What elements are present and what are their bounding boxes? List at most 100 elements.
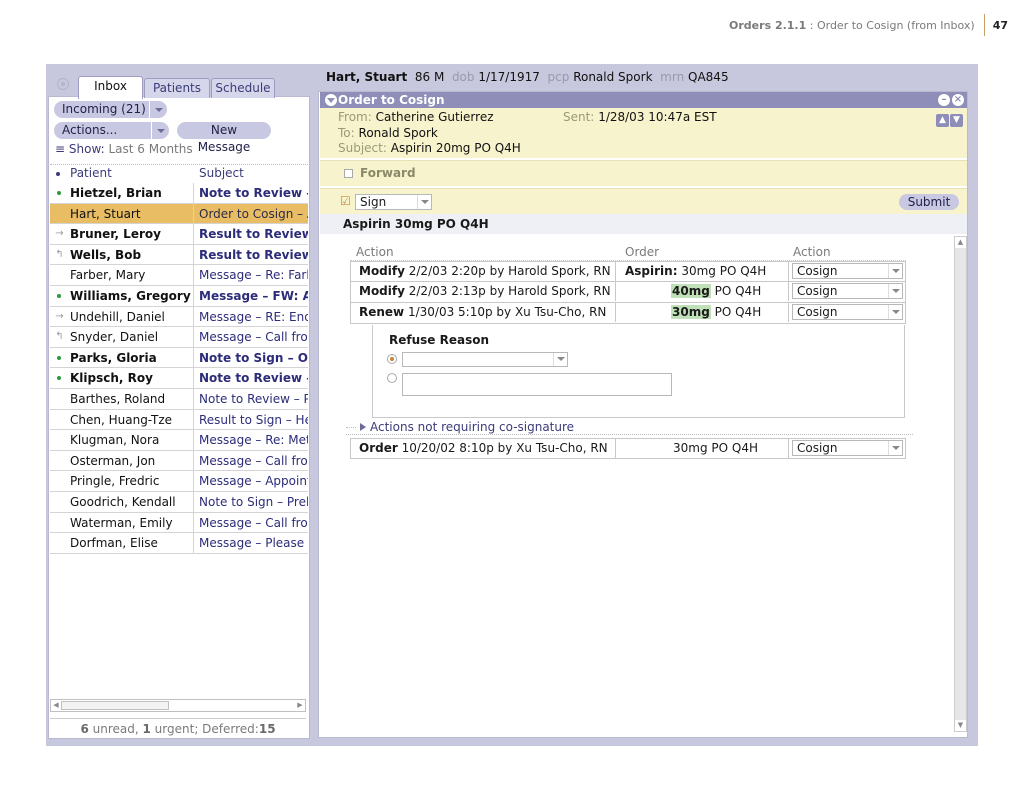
refuse-reason-label: Refuse Reason xyxy=(389,333,490,347)
tab-schedule[interactable]: Schedule xyxy=(211,78,275,98)
submit-button[interactable]: Submit xyxy=(899,194,959,210)
subject-value: Aspirin 20mg PO Q4H xyxy=(390,141,521,155)
order-detail: 40mg PO Q4H xyxy=(617,282,789,301)
list-header: Patient Subject xyxy=(50,164,308,182)
actions-not-requiring-expander[interactable]: Actions not requiring co-signature xyxy=(346,419,913,435)
forward-icon: → xyxy=(55,228,64,240)
row-subject: Note to Sign – Preli xyxy=(199,494,308,509)
table-row[interactable]: ↰ Wells, Bob Result to Review – xyxy=(50,244,308,266)
order-detail: Aspirin: 30mg PO Q4H xyxy=(617,262,789,281)
refuse-radio-text[interactable] xyxy=(387,373,397,383)
expander-label: Actions not requiring co-signature xyxy=(370,420,575,434)
table-row[interactable]: Waterman, Emily Message – Call fron xyxy=(50,512,308,534)
refuse-reason-select[interactable] xyxy=(402,352,568,367)
scroll-up-icon[interactable]: ▲ xyxy=(955,237,966,248)
reply-icon: ↰ xyxy=(55,248,64,260)
row-patient: Farber, Mary xyxy=(70,265,194,285)
row-patient: Goodrich, Kendall xyxy=(70,491,194,512)
horizontal-scrollbar[interactable]: ◀ ▶ xyxy=(50,699,306,712)
table-row[interactable]: Klugman, Nora Message – Re: Met xyxy=(50,430,308,451)
unread-dot-icon xyxy=(50,368,69,388)
row-patient: Waterman, Emily xyxy=(70,512,194,533)
forward-bar: Forward xyxy=(320,160,967,186)
table-row[interactable]: Osterman, Jon Message – Call fron xyxy=(50,450,308,472)
row-patient: Parks, Gloria xyxy=(70,347,194,368)
actions-dropdown[interactable]: Actions... xyxy=(54,122,169,139)
table-row[interactable]: Parks, Gloria Note to Sign – OP N xyxy=(50,347,308,369)
table-row[interactable]: Hart, Stuart Order to Cosign – A xyxy=(50,203,308,225)
row-patient: Barthes, Roland xyxy=(70,388,194,409)
tab-strip: Inbox Patients Schedule xyxy=(48,74,310,99)
order-row: Modify 2/2/03 2:13p by Harold Spork, RN 4… xyxy=(350,282,906,303)
order-action-text: Modify 2/2/03 2:20p by Harold Spork, RN xyxy=(359,262,616,281)
sign-select[interactable]: Sign xyxy=(355,194,432,210)
cosign-select[interactable]: Cosign xyxy=(792,263,903,279)
cosign-select[interactable]: Cosign xyxy=(792,283,903,299)
empty-indicator xyxy=(50,492,69,512)
tab-patients[interactable]: Patients xyxy=(144,78,210,98)
unread-dot-icon xyxy=(50,286,69,306)
column-header-patient[interactable]: Patient xyxy=(70,166,112,180)
forward-checkbox[interactable] xyxy=(344,169,353,178)
refuse-radio-select[interactable] xyxy=(387,354,397,364)
order-row: Modify 2/2/03 2:20p by Harold Spork, RN A… xyxy=(350,261,906,282)
scroll-down-icon[interactable]: ▼ xyxy=(955,720,966,731)
orders-header: Action Order Action xyxy=(350,244,906,261)
show-filter[interactable]: ≡ Show: Last 6 Months xyxy=(55,142,193,156)
actions-label: Actions... xyxy=(62,123,118,137)
table-row[interactable]: Pringle, Fredric Message – Appoint xyxy=(50,471,308,492)
table-row[interactable]: Chen, Huang-Tze Result to Sign – Her xyxy=(50,409,308,431)
row-subject: Message – Call fron xyxy=(199,330,308,345)
table-row[interactable]: Williams, Gregory Message – FW: Abr xyxy=(50,285,308,307)
cosign-select[interactable]: Cosign xyxy=(792,440,903,456)
table-row[interactable]: Barthes, Roland Note to Review – Pr xyxy=(50,388,308,410)
panel-title: Order to Cosign xyxy=(338,93,445,107)
table-row[interactable]: Dorfman, Elise Message – Please r xyxy=(50,533,308,554)
incoming-dropdown[interactable]: Incoming (21) xyxy=(54,101,167,118)
empty-indicator xyxy=(50,410,69,430)
refuse-reason-box: Refuse Reason xyxy=(372,325,905,418)
chevron-down-icon xyxy=(888,305,902,319)
scroll-right-icon[interactable]: ▶ xyxy=(295,700,305,711)
table-row[interactable]: → Undehill, Daniel Message – RE: End xyxy=(50,306,308,328)
row-subject: Result to Sign – Her xyxy=(199,412,308,427)
row-patient: Williams, Gregory xyxy=(70,285,194,306)
forward-icon: → xyxy=(55,310,64,322)
minimize-icon[interactable]: – xyxy=(938,94,950,106)
scroll-left-icon[interactable]: ◀ xyxy=(51,700,61,711)
vertical-scrollbar[interactable]: ▲ ▼ xyxy=(954,236,967,732)
table-row[interactable]: ↰ Snyder, Daniel Message – Call fron xyxy=(50,327,308,348)
table-row[interactable]: Goodrich, Kendall Note to Sign – Preli xyxy=(50,491,308,513)
patient-age-sex: 86 M xyxy=(414,70,445,84)
close-icon[interactable]: × xyxy=(952,94,964,106)
cosign-select[interactable]: Cosign xyxy=(792,304,903,320)
expander-line xyxy=(346,427,356,428)
order-action-text: Renew 1/30/03 5:10p by Xu Tsu-Cho, RN xyxy=(359,303,616,322)
refuse-reason-input[interactable] xyxy=(402,373,672,396)
sign-checkbox-icon[interactable]: ☑ xyxy=(340,194,351,208)
collapse-icon[interactable] xyxy=(325,94,337,106)
empty-indicator xyxy=(50,533,69,553)
row-subject: Result to Review – xyxy=(199,247,308,262)
row-subject: Message – RE: End xyxy=(199,309,308,324)
patient-header: Hart, Stuart 86 M dob 1/17/1917 pcp Rona… xyxy=(326,70,729,84)
arrow-down-icon[interactable]: ▼ xyxy=(950,114,963,127)
row-subject: Message – Appoint xyxy=(199,474,308,489)
row-patient: Chen, Huang-Tze xyxy=(70,409,194,430)
column-header-action: Action xyxy=(356,245,394,259)
table-row[interactable]: → Bruner, Leroy Result to Review – xyxy=(50,224,308,245)
to-value: Ronald Spork xyxy=(358,126,438,140)
column-header-subject[interactable]: Subject xyxy=(199,166,244,180)
row-subject: Message – Re: Met xyxy=(199,433,308,448)
arrow-up-icon[interactable]: ▲ xyxy=(936,114,949,127)
page-crumb: Orders 2.1.1 : Order to Cosign (from Inb… xyxy=(729,18,975,32)
tab-inbox[interactable]: Inbox xyxy=(78,76,143,99)
chevron-down-icon xyxy=(553,353,567,366)
table-row[interactable]: Klipsch, Roy Note to Review – P xyxy=(50,368,308,389)
new-message-button[interactable]: New Message xyxy=(177,122,271,154)
table-row[interactable]: Hietzel, Brian Note to Review – V xyxy=(50,183,308,204)
column-header-action2: Action xyxy=(793,245,831,259)
patient-mrn: QA845 xyxy=(688,70,729,84)
table-row[interactable]: Farber, Mary Message – Re: Farb xyxy=(50,265,308,286)
scroll-thumb[interactable] xyxy=(61,701,169,710)
